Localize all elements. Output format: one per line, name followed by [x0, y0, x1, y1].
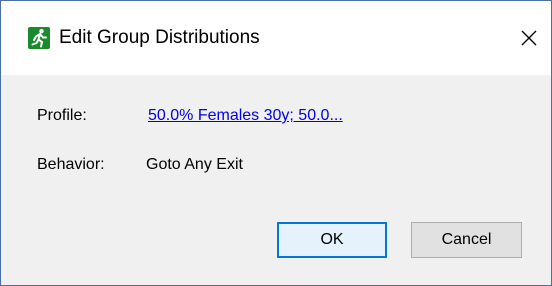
cancel-button[interactable]: Cancel [411, 222, 522, 258]
close-icon [521, 30, 537, 46]
behavior-label: Behavior: [37, 156, 105, 173]
running-man-exit-icon [28, 27, 50, 49]
close-button[interactable] [507, 1, 551, 75]
profile-label: Profile: [37, 107, 87, 124]
dialog-window: Edit Group Distributions Profile: 50.0% … [0, 0, 552, 286]
profile-link[interactable]: 50.0% Females 30y; 50.0... [148, 106, 343, 126]
dialog-content: Profile: 50.0% Females 30y; 50.0... Beha… [1, 75, 551, 285]
behavior-value: Goto Any Exit [146, 156, 243, 173]
ok-button[interactable]: OK [277, 222, 387, 258]
window-title: Edit Group Distributions [59, 27, 260, 48]
title-bar[interactable]: Edit Group Distributions [1, 1, 551, 75]
